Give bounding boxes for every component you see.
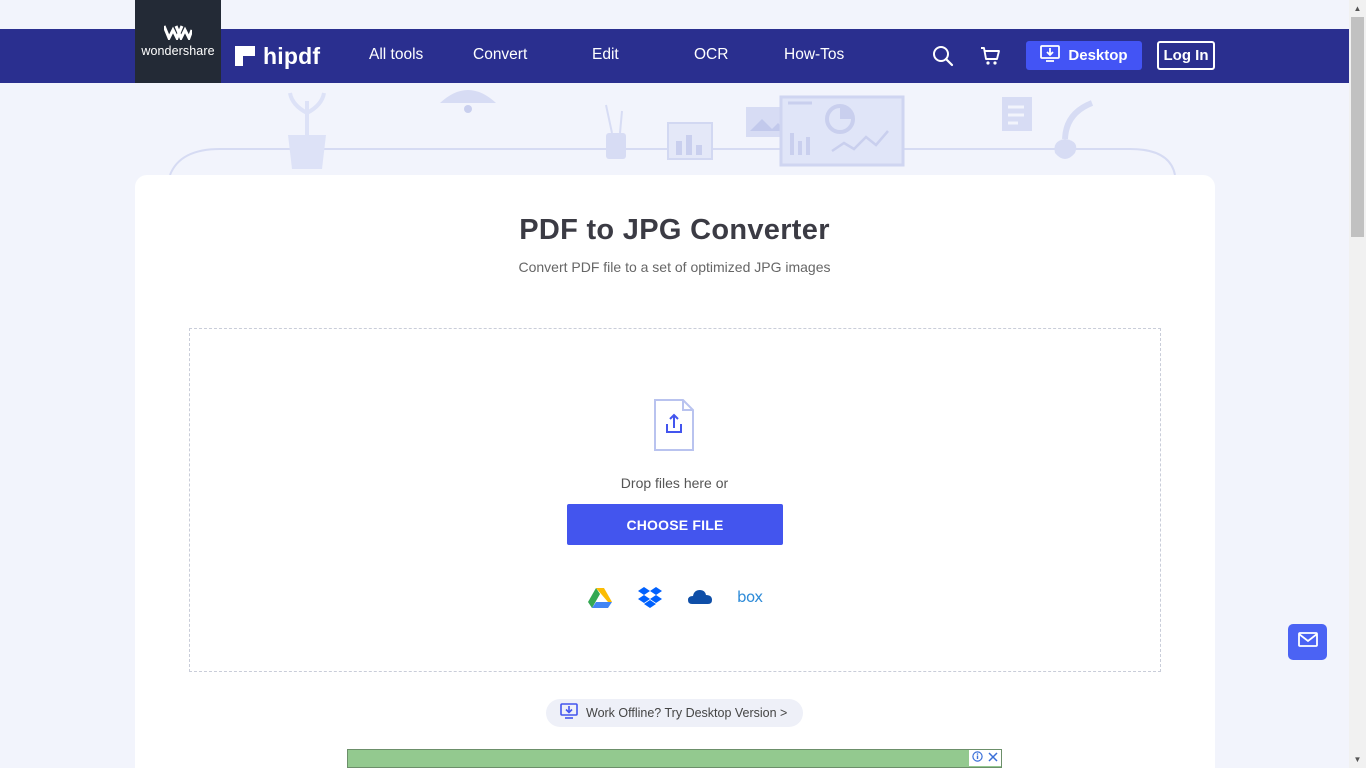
desktop-download-icon (560, 703, 578, 723)
hipdf-logo-icon (235, 46, 255, 66)
desktop-button[interactable]: Desktop (1026, 41, 1142, 70)
scroll-up-icon[interactable]: ▲ (1349, 0, 1366, 17)
wondershare-logo-link[interactable]: wondershare (135, 0, 221, 83)
dropbox-icon[interactable] (638, 586, 662, 608)
login-button[interactable]: Log In (1157, 41, 1215, 70)
page-title: PDF to JPG Converter (519, 214, 830, 246)
wondershare-name: wondershare (141, 44, 215, 58)
nav-ocr[interactable]: OCR (694, 46, 728, 64)
brand-name: hipdf (263, 42, 321, 69)
scroll-thumb[interactable] (1351, 17, 1364, 237)
download-desktop-icon (1040, 44, 1061, 67)
nav-how-tos[interactable]: How-Tos (784, 46, 844, 64)
wondershare-logo-icon (162, 24, 194, 42)
file-dropzone[interactable] (189, 328, 1161, 672)
nav-all-tools[interactable]: All tools (369, 46, 423, 64)
nav-edit[interactable]: Edit (592, 46, 619, 64)
page-subtitle: Convert PDF file to a set of optimized J… (518, 259, 831, 275)
box-icon[interactable]: box (737, 588, 763, 606)
hipdf-logo-link[interactable]: hipdf (235, 42, 321, 69)
feedback-mail-button[interactable] (1288, 624, 1327, 660)
offline-text: Work Offline? Try Desktop Version > (586, 706, 788, 720)
upload-file-icon (653, 398, 695, 452)
hero-illustration (169, 90, 1176, 176)
desktop-button-label: Desktop (1068, 47, 1128, 64)
page: hipdf All tools Convert Edit OCR How-Tos (0, 0, 1366, 768)
mail-icon (1297, 632, 1318, 652)
desktop-version-link[interactable]: Work Offline? Try Desktop Version > (546, 699, 803, 727)
cart-icon[interactable] (980, 45, 1002, 67)
search-icon[interactable] (932, 45, 954, 67)
scroll-down-icon[interactable]: ▼ (1349, 751, 1366, 768)
ad-controls (969, 750, 1001, 766)
choose-file-button[interactable]: CHOOSE FILE (567, 504, 783, 545)
ad-info-icon[interactable] (972, 751, 983, 765)
ad-banner[interactable] (347, 749, 1002, 768)
ad-close-icon[interactable] (988, 751, 998, 765)
nav-convert[interactable]: Convert (473, 46, 527, 64)
google-drive-icon[interactable] (588, 586, 612, 608)
onedrive-icon[interactable] (688, 586, 712, 608)
drop-files-text: Drop files here or (620, 475, 729, 491)
